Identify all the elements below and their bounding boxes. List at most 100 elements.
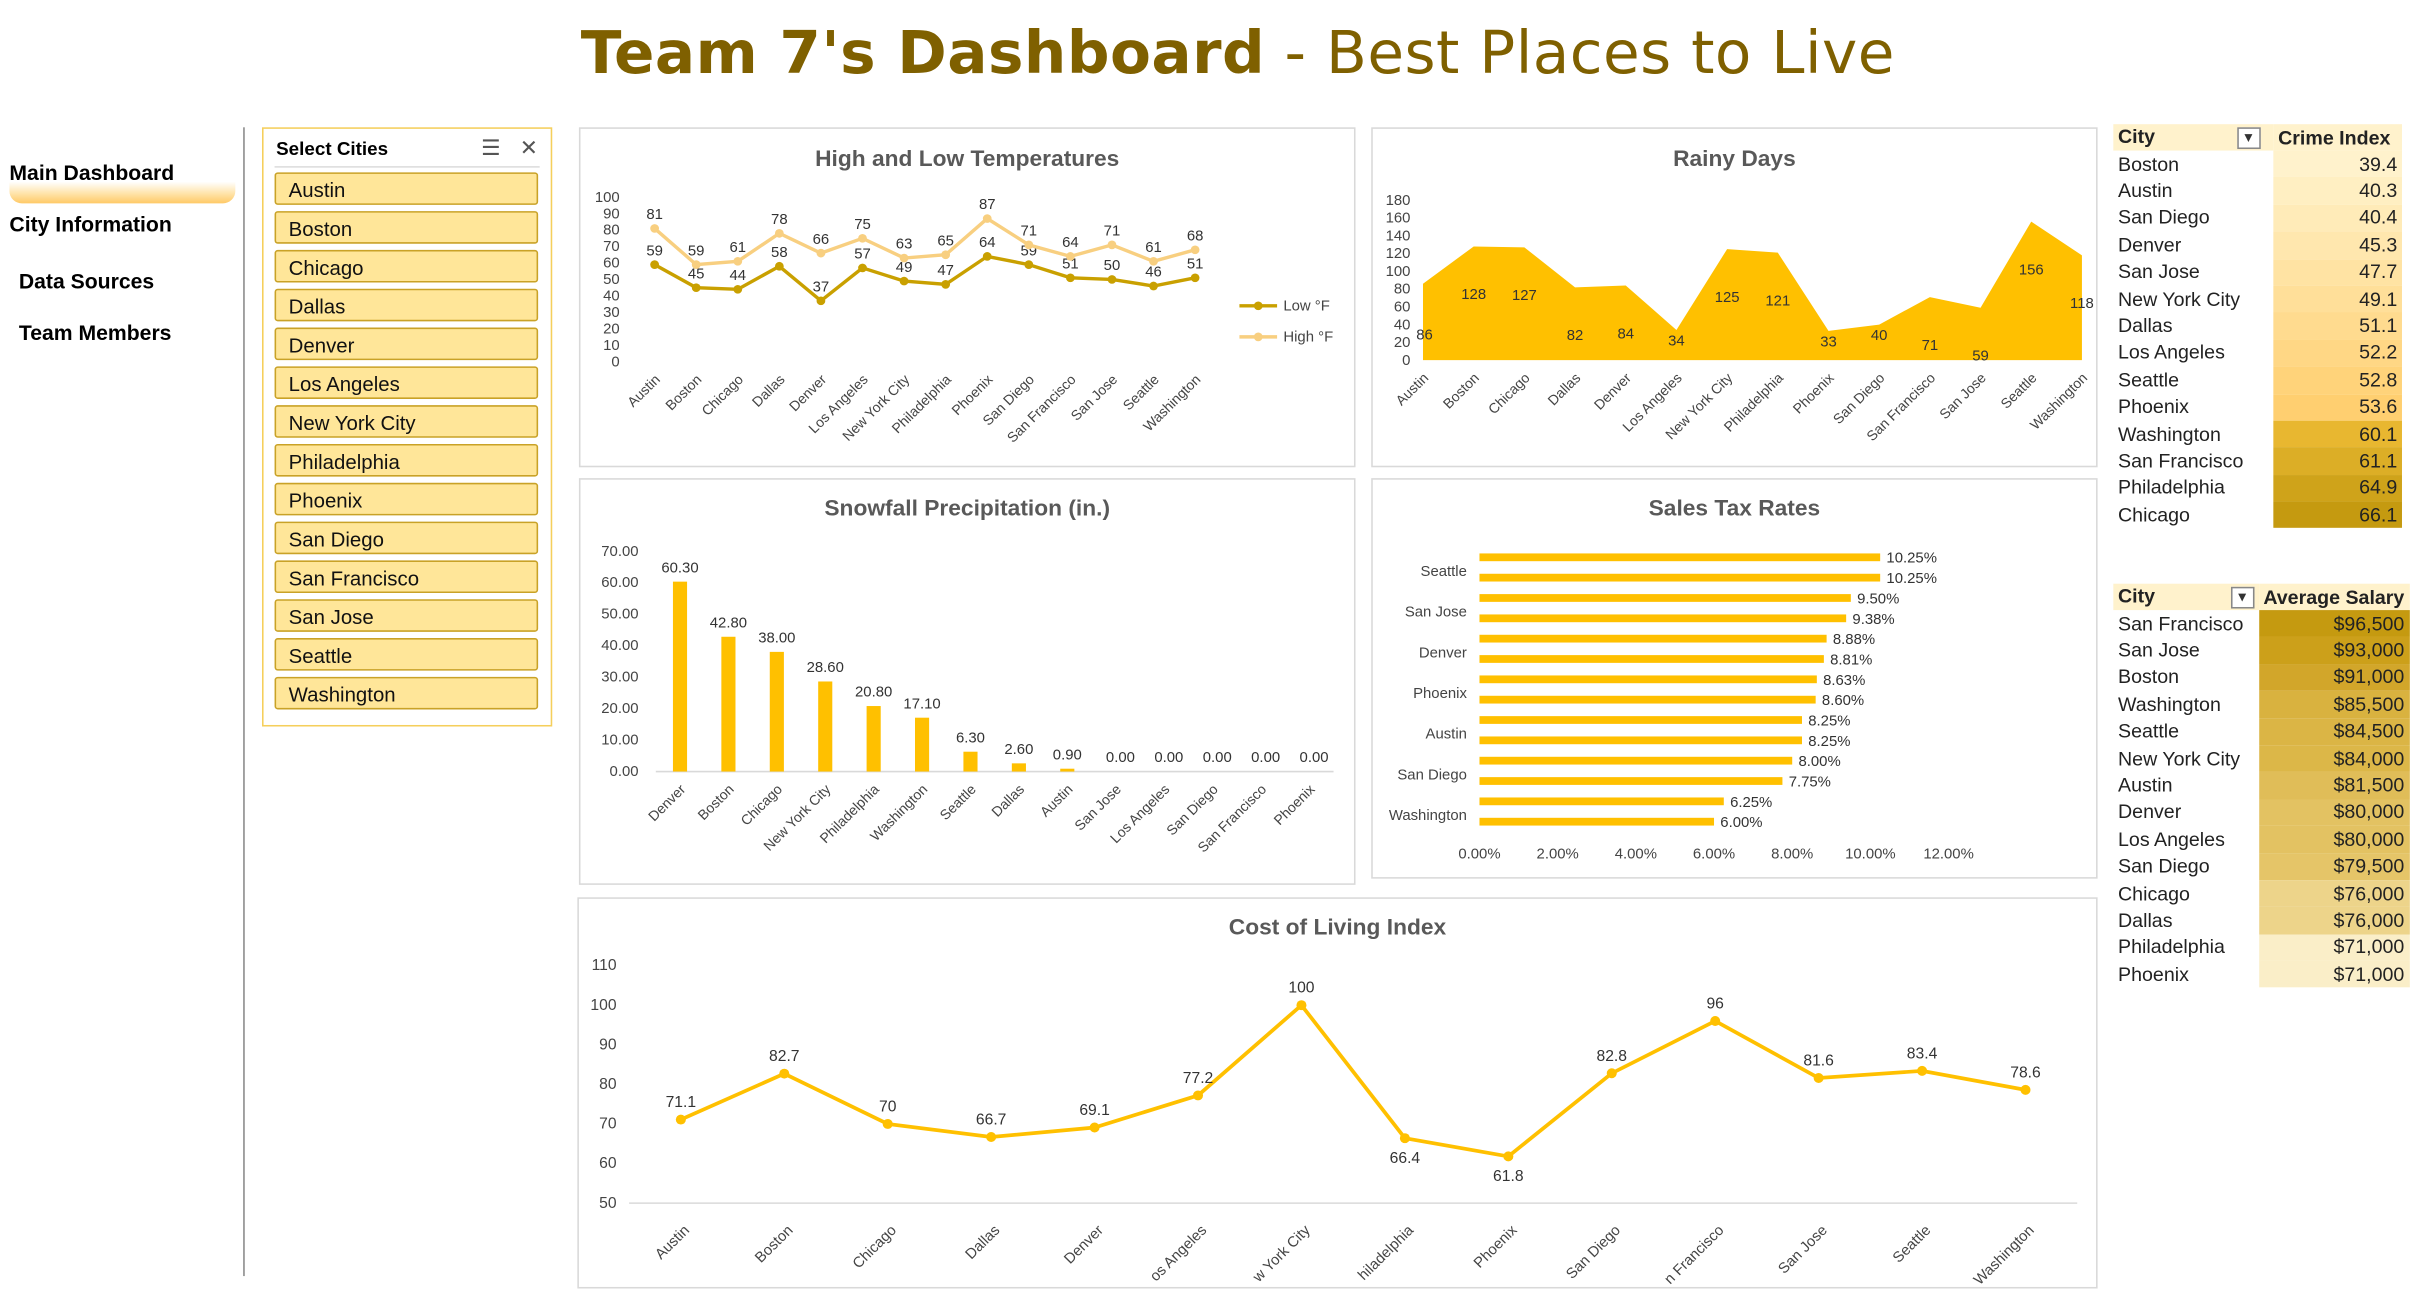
dashboard-title: Team 7's Dashboard - Best Places to Live: [0, 19, 2435, 87]
city-cell: Phoenix: [2118, 963, 2189, 986]
sort-filter-icon[interactable]: ▾: [2236, 127, 2261, 149]
bar: [769, 651, 784, 772]
y-tick-label: 100: [595, 190, 620, 206]
x-tick-label: Seattle: [936, 781, 979, 823]
slicer-item[interactable]: San Jose: [274, 599, 539, 632]
x-tick-label: Seattle: [1997, 370, 2040, 412]
y-tick-label: 10.00: [601, 733, 638, 749]
value-cell: 52.2: [2273, 339, 2402, 367]
cost-of-living-chart: 50 60 70 80 90 100 110 71.1 82.7 70 66.7 69.1 77.2 10…: [590, 957, 2078, 1287]
y-tick-label: 160: [1386, 211, 1411, 227]
x-tick-label: 2.00%: [1537, 847, 1579, 863]
city-cell: Los Angeles: [2118, 828, 2225, 851]
data-label: 10.25%: [1886, 551, 1937, 567]
data-point: [1107, 240, 1117, 250]
slicer-item[interactable]: Philadelphia: [274, 443, 539, 477]
data-label: 0.00: [1106, 750, 1135, 766]
y-tick-label: Austin: [1426, 727, 1467, 743]
value-cell: 52.8: [2273, 366, 2402, 394]
table-row: New York City 49.1: [2113, 285, 2402, 313]
data-label: 8.00%: [1798, 754, 1840, 770]
x-tick-label: os Angeles: [1147, 1223, 1210, 1285]
data-label: 128: [1461, 287, 1486, 303]
slicer-item[interactable]: Boston: [274, 211, 539, 244]
series-line: [680, 1002, 2026, 1159]
value-cell: $84,500: [2258, 718, 2410, 746]
y-tick-label: 20: [1394, 335, 1411, 351]
data-point: [691, 283, 701, 293]
y-tick-label: 180: [1386, 193, 1411, 209]
city-cell: Dallas: [2118, 909, 2173, 932]
data-point: [1813, 1073, 1824, 1083]
y-tick-label: 120: [1386, 246, 1411, 262]
x-tick-label: San Jose: [1936, 370, 1989, 423]
value-cell: 40.4: [2273, 204, 2402, 232]
crime-table-header-city[interactable]: City ▾: [2113, 124, 2274, 151]
city-cell: San Jose: [2118, 639, 2200, 662]
value-cell: $81,500: [2258, 772, 2410, 800]
nav-team-members[interactable]: Team Members: [19, 321, 172, 344]
x-tick-label: Boston: [694, 781, 736, 823]
city-cell: Denver: [2118, 801, 2182, 824]
data-label: 0.00: [1300, 750, 1329, 766]
data-label: 100: [1288, 980, 1314, 997]
city-cell: Chicago: [2118, 504, 2190, 526]
y-tick-label: 0.00: [610, 764, 639, 780]
data-label: 37: [813, 280, 830, 296]
slicer-item[interactable]: Washington: [274, 676, 539, 710]
nav-main-dashboard[interactable]: Main Dashboard: [9, 161, 174, 184]
data-label: 82.7: [769, 1048, 800, 1065]
slicer-item[interactable]: Phoenix: [274, 482, 539, 516]
data-label: 8.25%: [1808, 734, 1850, 750]
data-label: 8.60%: [1822, 693, 1864, 709]
value-cell: $80,000: [2258, 799, 2410, 827]
slicer-item[interactable]: Chicago: [274, 249, 539, 283]
slicer-item[interactable]: Austin: [274, 172, 539, 205]
slicer-item[interactable]: New York City: [274, 405, 539, 438]
value-cell: $76,000: [2258, 907, 2410, 935]
nav-city-information[interactable]: City Information: [9, 213, 171, 236]
data-label: 61.8: [1493, 1168, 1524, 1185]
data-label: 65: [937, 233, 954, 249]
value-cell: $93,000: [2258, 637, 2410, 665]
data-point: [650, 224, 660, 233]
table-row: Austin $81,500: [2113, 772, 2410, 800]
multi-select-icon[interactable]: ☰: [481, 135, 501, 160]
data-label: 71: [1922, 338, 1939, 354]
slicer-item[interactable]: San Diego: [274, 521, 539, 555]
slicer-item[interactable]: Dallas: [274, 288, 539, 322]
snowfall-chart: 0.00 10.00 20.00 30.00 40.00 50.00 60.00 70.00 6…: [601, 544, 1334, 855]
city-cell: Washington: [2118, 423, 2221, 445]
city-cell: San Francisco: [2118, 450, 2244, 472]
city-cell: Washington: [2118, 693, 2221, 716]
table-row: Philadelphia 64.9: [2113, 474, 2402, 502]
x-tick-label: hiladelphia: [1355, 1222, 1417, 1284]
city-cell: Seattle: [2118, 369, 2180, 391]
sort-filter-icon[interactable]: ▾: [2230, 586, 2254, 609]
table-row: Phoenix 53.6: [2113, 393, 2402, 421]
y-tick-label: 60: [599, 1155, 617, 1172]
slicer-item[interactable]: Denver: [274, 327, 539, 361]
data-point: [882, 1118, 893, 1129]
x-tick-label: 4.00%: [1615, 847, 1657, 863]
slicer-item[interactable]: Los Angeles: [274, 366, 539, 399]
city-cell: Seattle: [2118, 720, 2180, 743]
y-tick-label: 10: [603, 338, 620, 354]
clear-filter-icon[interactable]: ✕: [520, 135, 538, 160]
bar: [721, 636, 736, 772]
nav-data-sources[interactable]: Data Sources: [19, 270, 154, 293]
slicer-item[interactable]: Seattle: [274, 638, 539, 671]
y-tick-label: Washington: [1389, 808, 1467, 824]
salary-table-header-city[interactable]: City ▾: [2113, 583, 2259, 611]
y-tick-label: 0: [611, 354, 619, 370]
y-tick-label: 70.00: [601, 544, 638, 560]
slicer-item[interactable]: San Francisco: [274, 560, 539, 594]
y-tick-label: Denver: [1419, 645, 1467, 661]
data-point: [858, 263, 867, 273]
table-row: San Diego 40.4: [2113, 204, 2402, 232]
data-label: 38.00: [758, 631, 795, 647]
table-row: Washington $85,500: [2113, 691, 2410, 719]
table-row: San Francisco $96,500: [2113, 610, 2410, 638]
table-row: Chicago $76,000: [2113, 880, 2410, 908]
nav-divider: [243, 127, 245, 1277]
